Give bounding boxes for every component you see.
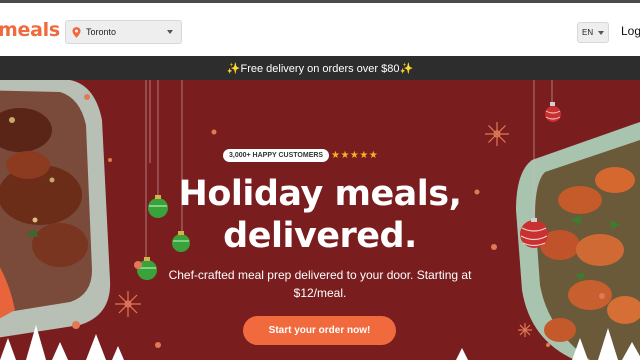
hero-subtitle: Chef-crafted meal prep delivered to your… <box>130 266 510 302</box>
site-header: meals Toronto EN Log <box>0 0 640 56</box>
start-order-button[interactable]: Start your order now! <box>243 316 396 345</box>
location-pin-icon <box>72 26 81 38</box>
hero-headline: Holiday meals, delivered. <box>160 173 480 257</box>
language-selector[interactable]: EN <box>577 22 609 43</box>
city-label: Toronto <box>86 27 117 37</box>
customer-count-badge: 3,000+ HAPPY CUSTOMERS <box>223 149 330 162</box>
brand-logo[interactable]: meals <box>0 19 60 41</box>
subtitle-line-1: Chef-crafted meal prep delivered to your… <box>168 268 472 282</box>
promo-text: ✨Free delivery on orders over $80✨ <box>226 62 414 75</box>
chevron-down-icon <box>167 30 173 34</box>
left-meal-tray-image <box>0 80 111 338</box>
headline-line-2: delivered. <box>223 216 417 256</box>
subtitle-line-2: $12/meal. <box>293 286 347 300</box>
promo-banner: ✨Free delivery on orders over $80✨ <box>0 56 640 80</box>
chevron-down-icon <box>598 31 604 35</box>
language-label: EN <box>582 28 594 37</box>
hero-section: 3,000+ HAPPY CUSTOMERS ★★★★★ Holiday mea… <box>0 80 640 360</box>
rating-stars: ★★★★★ <box>331 150 379 161</box>
city-selector[interactable]: Toronto <box>65 20 182 44</box>
login-link[interactable]: Log <box>621 24 640 38</box>
headline-line-1: Holiday meals, <box>178 174 462 214</box>
